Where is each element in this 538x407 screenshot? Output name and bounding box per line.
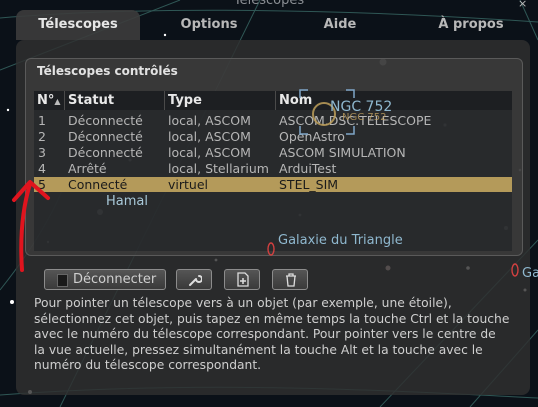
row-status: Déconnecté — [68, 145, 143, 160]
tab-telescopes[interactable]: Télescopes — [16, 10, 140, 40]
disconnect-button[interactable]: Déconnecter — [44, 269, 166, 290]
galaxy-marker-icon — [267, 242, 275, 256]
row-type: local, Stellarium — [168, 161, 269, 176]
row-status: Connecté — [68, 177, 128, 192]
row-type: local, ASCOM — [168, 145, 251, 160]
disconnect-icon — [57, 274, 68, 287]
close-icon: × — [518, 0, 528, 7]
tab-help[interactable]: Aide — [290, 10, 390, 40]
table-row[interactable]: 4 Arrêté local, Stellarium ArduiTest — [34, 161, 512, 176]
sky-label-triangle-galaxy: Galaxie du Triangle — [278, 233, 403, 248]
column-header-type[interactable]: Type — [165, 91, 276, 110]
sky-label-ngc752-sub: NGC 752 — [342, 112, 387, 123]
table-row-selected[interactable]: 5 Connecté virtuel STEL_SIM — [34, 177, 512, 192]
table-row[interactable]: 3 Déconnecté local, ASCOM ASCOM SIMULATI… — [34, 145, 512, 160]
help-text: Pour pointer un télescope vers à un obje… — [34, 296, 510, 373]
table-header: N°▲ Statut Type Nom — [34, 91, 512, 110]
table-row[interactable]: 2 Déconnecté local, ASCOM OpenAstro — [34, 129, 512, 144]
row-name: STEL_SIM — [279, 177, 339, 192]
tab-options[interactable]: Options — [150, 10, 268, 40]
sky-label-edge: Ga — [522, 266, 538, 281]
sort-icon: ▲ — [54, 97, 61, 106]
row-type: local, ASCOM — [168, 113, 251, 128]
row-number: 1 — [38, 113, 46, 128]
tab-about[interactable]: À propos — [412, 10, 530, 40]
remove-telescope-button[interactable] — [272, 269, 308, 290]
sky-label-hamal: Hamal — [106, 194, 148, 209]
add-telescope-button[interactable] — [224, 269, 260, 290]
row-number: 2 — [38, 129, 46, 144]
table-row[interactable]: 1 Déconnecté local, ASCOM ASCOM.DSC.TELE… — [34, 113, 512, 128]
row-name: ArduiTest — [279, 161, 337, 176]
window-title: Télescopes — [233, 0, 305, 8]
row-name: ASCOM SIMULATION — [279, 145, 406, 160]
row-status: Arrêté — [68, 161, 107, 176]
add-document-icon — [237, 272, 249, 287]
row-type: virtuel — [168, 177, 208, 192]
configure-button[interactable] — [176, 269, 212, 290]
row-number: 3 — [38, 145, 46, 160]
column-header-number[interactable]: N°▲ — [34, 91, 65, 110]
trash-icon — [286, 273, 296, 287]
row-type: local, ASCOM — [168, 129, 251, 144]
wrench-icon — [189, 275, 202, 286]
annotation-arrow-icon — [12, 180, 50, 272]
column-header-status[interactable]: Statut — [65, 91, 165, 110]
group-title: Télescopes contrôlés — [37, 64, 178, 78]
galaxy-marker-icon — [511, 263, 519, 277]
row-status: Déconnecté — [68, 113, 143, 128]
row-status: Déconnecté — [68, 129, 143, 144]
close-button[interactable]: × — [518, 0, 534, 7]
